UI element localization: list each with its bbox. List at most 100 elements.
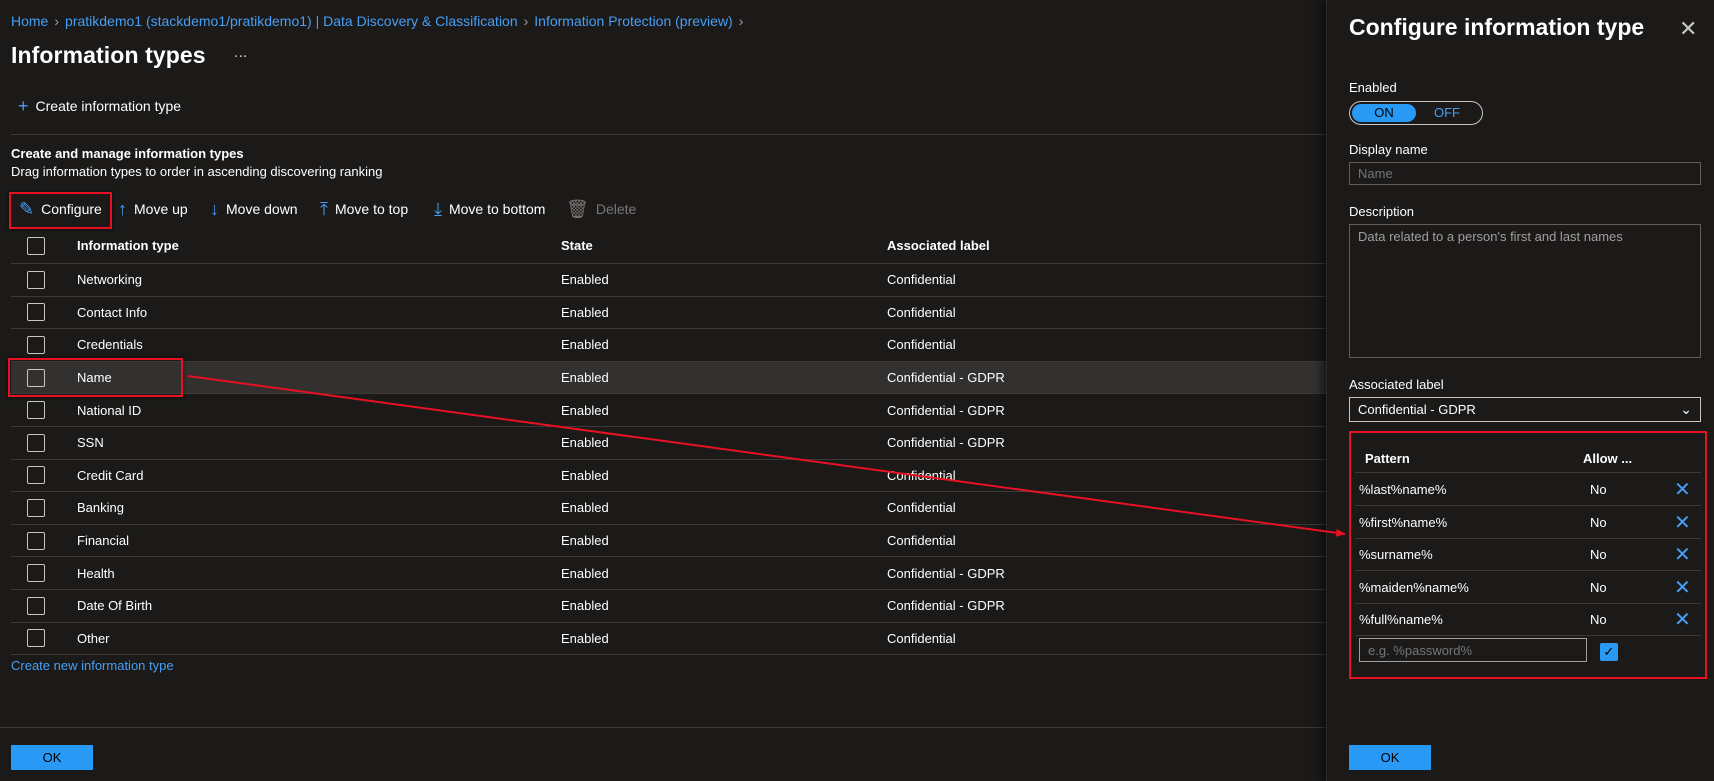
enabled-label: Enabled xyxy=(1349,80,1397,95)
table-row[interactable]: Networking Enabled Confidential xyxy=(11,263,1326,297)
row-checkbox[interactable] xyxy=(27,270,45,289)
allow-checkbox[interactable]: ✓ xyxy=(1600,643,1618,661)
remove-pattern-icon[interactable]: ✕ xyxy=(1674,575,1691,600)
state-cell: Enabled xyxy=(561,361,887,395)
ok-button[interactable]: OK xyxy=(11,745,93,770)
create-information-type-label: Create information type xyxy=(35,98,182,114)
configure-button[interactable]: ✎ Configure xyxy=(19,200,102,218)
allow-value: No xyxy=(1590,579,1607,595)
row-checkbox-cell xyxy=(11,524,77,558)
remove-pattern-icon[interactable]: ✕ xyxy=(1674,607,1691,632)
arrow-up-icon: ↑ xyxy=(118,199,127,219)
table-row[interactable]: SSN Enabled Confidential - GDPR xyxy=(11,426,1326,460)
state-cell: Enabled xyxy=(561,491,887,525)
pattern-column-header[interactable]: Pattern xyxy=(1365,451,1410,466)
remove-pattern-icon[interactable]: ✕ xyxy=(1674,510,1691,535)
move-down-button[interactable]: ↓ Move down xyxy=(210,200,298,218)
breadcrumb: Home › pratikdemo1 (stackdemo1/pratikdemo1… xyxy=(11,13,749,29)
allow-column-header[interactable]: Allow ... xyxy=(1583,451,1632,466)
create-new-information-type-link[interactable]: Create new information type xyxy=(11,658,174,673)
row-checkbox[interactable] xyxy=(27,629,45,648)
state-cell: Enabled xyxy=(561,589,887,623)
delete-label: Delete xyxy=(595,201,637,217)
table-row[interactable]: Credit Card Enabled Confidential xyxy=(11,459,1326,493)
row-checkbox[interactable] xyxy=(27,564,45,583)
move-to-bottom-label: Move to bottom xyxy=(448,201,546,217)
move-down-label: Move down xyxy=(226,201,298,217)
row-checkbox[interactable] xyxy=(27,303,45,322)
main-content: Home › pratikdemo1 (stackdemo1/pratikdemo1… xyxy=(0,0,1326,781)
row-checkbox-cell xyxy=(11,622,77,656)
information-type-cell: Banking xyxy=(77,491,561,525)
row-checkbox[interactable] xyxy=(27,596,45,615)
associated-label-dropdown[interactable]: Confidential - GDPR ⌄ xyxy=(1349,397,1701,422)
table-row[interactable]: Health Enabled Confidential - GDPR xyxy=(11,556,1326,590)
enabled-toggle[interactable]: ON OFF xyxy=(1349,101,1483,125)
row-checkbox-cell xyxy=(11,361,77,395)
table-header-row: Information type State Associated label xyxy=(11,228,1326,264)
information-type-cell: National ID xyxy=(77,393,561,427)
row-checkbox[interactable] xyxy=(27,401,45,420)
toggle-on-option[interactable]: ON xyxy=(1352,104,1416,122)
breadcrumb-server[interactable]: pratikdemo1 (stackdemo1/pratikdemo1) | D… xyxy=(65,13,518,29)
description-textarea[interactable]: Data related to a person's first and las… xyxy=(1349,224,1701,358)
panel-ok-button[interactable]: OK xyxy=(1349,745,1431,770)
row-checkbox-cell xyxy=(11,393,77,427)
breadcrumb-info-protection[interactable]: Information Protection (preview) xyxy=(534,13,732,29)
row-checkbox-cell xyxy=(11,459,77,493)
create-information-type-button[interactable]: + Create information type xyxy=(18,97,181,115)
associated-label-cell: Confidential xyxy=(887,622,1326,656)
row-checkbox[interactable] xyxy=(27,368,45,387)
state-cell: Enabled xyxy=(561,556,887,590)
associated-label-cell: Confidential xyxy=(887,328,1326,362)
table-row[interactable]: Contact Info Enabled Confidential xyxy=(11,296,1326,330)
column-header-information-type[interactable]: Information type xyxy=(77,228,561,264)
move-to-bottom-button[interactable]: ⤓ Move to bottom xyxy=(434,200,545,218)
pattern-row: %maiden%name% No ✕ xyxy=(1355,571,1701,604)
row-checkbox[interactable] xyxy=(27,335,45,354)
row-checkbox[interactable] xyxy=(27,466,45,485)
row-checkbox[interactable] xyxy=(27,531,45,550)
more-options-icon[interactable]: ... xyxy=(234,44,247,62)
table-row[interactable]: Credentials Enabled Confidential xyxy=(11,328,1326,362)
remove-pattern-icon[interactable]: ✕ xyxy=(1674,477,1691,502)
information-type-cell: Credit Card xyxy=(77,459,561,493)
table-row[interactable]: Financial Enabled Confidential xyxy=(11,524,1326,558)
panel-title: Configure information type xyxy=(1349,14,1645,40)
table-row[interactable]: Banking Enabled Confidential xyxy=(11,491,1326,525)
associated-label-cell: Confidential xyxy=(887,491,1326,525)
row-checkbox[interactable] xyxy=(27,498,45,517)
delete-button[interactable]: 🗑 Delete xyxy=(566,200,636,218)
row-checkbox[interactable] xyxy=(27,433,45,452)
associated-label-cell: Confidential xyxy=(887,524,1326,558)
toggle-off-option[interactable]: OFF xyxy=(1434,104,1460,122)
move-to-top-button[interactable]: ⤒ Move to top xyxy=(320,200,408,218)
row-checkbox-cell xyxy=(11,426,77,460)
page-title: Information types xyxy=(11,42,206,68)
new-pattern-input[interactable] xyxy=(1359,638,1587,662)
arrow-down-icon: ↓ xyxy=(210,199,219,219)
state-cell: Enabled xyxy=(561,459,887,493)
row-checkbox-cell xyxy=(11,263,77,297)
information-types-table: Information type State Associated label … xyxy=(11,228,1326,656)
column-header-associated-label[interactable]: Associated label xyxy=(887,228,1326,264)
chevron-right-icon: › xyxy=(523,13,529,29)
table-row[interactable]: National ID Enabled Confidential - GDPR xyxy=(11,393,1326,427)
state-cell: Enabled xyxy=(561,393,887,427)
information-type-cell: Date Of Birth xyxy=(77,589,561,623)
move-up-button[interactable]: ↑ Move up xyxy=(118,200,188,218)
pattern-row: %full%name% No ✕ xyxy=(1355,603,1701,636)
select-all-checkbox[interactable] xyxy=(27,236,45,255)
pattern-value: %first%name% xyxy=(1359,514,1448,530)
section-title: Create and manage information types xyxy=(11,146,244,161)
display-name-input[interactable] xyxy=(1349,162,1701,185)
table-row[interactable]: Date Of Birth Enabled Confidential - GDPR xyxy=(11,589,1326,623)
information-type-cell: Health xyxy=(77,556,561,590)
remove-pattern-icon[interactable]: ✕ xyxy=(1674,542,1691,567)
breadcrumb-home[interactable]: Home xyxy=(11,13,48,29)
table-row[interactable]: Other Enabled Confidential xyxy=(11,622,1326,656)
allow-value: No xyxy=(1590,514,1607,530)
column-header-state[interactable]: State xyxy=(561,228,887,264)
table-row[interactable]: Name Enabled Confidential - GDPR xyxy=(11,361,1326,395)
close-icon[interactable]: ✕ xyxy=(1679,16,1697,42)
